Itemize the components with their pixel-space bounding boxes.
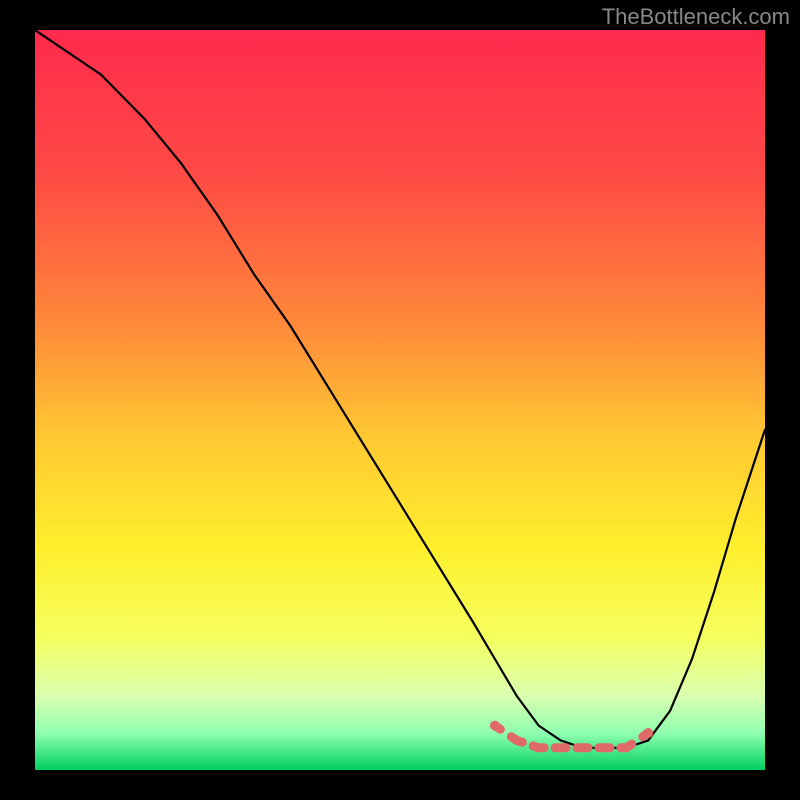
watermark-text: TheBottleneck.com [602,4,790,30]
chart-container: TheBottleneck.com [0,0,800,800]
plot-svg [35,30,765,770]
gradient-background [35,30,765,770]
plot-area [35,30,765,770]
